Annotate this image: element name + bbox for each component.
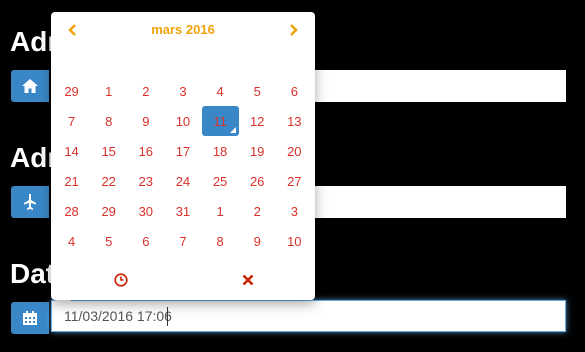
calendar-day[interactable]: 5 — [90, 226, 127, 256]
calendar-day[interactable]: 2 — [239, 196, 276, 226]
text-caret — [167, 307, 168, 326]
calendar-day[interactable]: 8 — [202, 226, 239, 256]
calendar-day[interactable]: 6 — [127, 226, 164, 256]
calendar-day[interactable]: 18 — [202, 136, 239, 166]
airplane-icon — [24, 194, 36, 210]
calendar-day[interactable]: 16 — [127, 136, 164, 166]
home-addon — [11, 70, 49, 102]
calendar-day[interactable]: 13 — [276, 106, 313, 136]
calendar-day[interactable]: 9 — [239, 226, 276, 256]
calendar-week-row: 21 22 23 24 25 26 27 — [53, 166, 313, 196]
calendar-week-row: 29 1 2 3 4 5 6 — [53, 76, 313, 106]
calendar-week-row: 4 5 6 7 8 9 10 — [53, 226, 313, 256]
calendar-day[interactable]: 8 — [90, 106, 127, 136]
calendar-day[interactable]: 22 — [90, 166, 127, 196]
calendar-day[interactable]: 21 — [53, 166, 90, 196]
calendar-day[interactable]: 10 — [164, 106, 201, 136]
calendar-day[interactable]: 23 — [127, 166, 164, 196]
calendar-icon — [23, 311, 37, 325]
calendar-week-row: 14 15 16 17 18 19 20 — [53, 136, 313, 166]
calendar-day[interactable]: 19 — [239, 136, 276, 166]
time-picker-button[interactable] — [106, 268, 136, 292]
calendar-day[interactable]: 12 — [239, 106, 276, 136]
calendar-day[interactable]: 31 — [164, 196, 201, 226]
calendar-day[interactable]: 7 — [164, 226, 201, 256]
calendar-day[interactable]: 25 — [202, 166, 239, 196]
calendar-day[interactable]: 29 — [53, 76, 90, 106]
calendar-day[interactable]: 4 — [202, 76, 239, 106]
calendar-day[interactable]: 10 — [276, 226, 313, 256]
calendar-day[interactable]: 24 — [164, 166, 201, 196]
calendar-week-row: 28 29 30 31 1 2 3 — [53, 196, 313, 226]
calendar-day[interactable]: 20 — [276, 136, 313, 166]
picker-pointer — [55, 300, 71, 308]
calendar-day[interactable]: 3 — [276, 196, 313, 226]
date-input[interactable] — [52, 301, 565, 331]
calendar-day[interactable]: 29 — [90, 196, 127, 226]
datetime-picker: mars 2016 29 1 2 3 4 5 6 7 8 9 10 11 12 13 14 15 16 17 18 1… — [51, 12, 315, 300]
chevron-left-icon — [68, 24, 76, 36]
calendar-day[interactable]: 30 — [127, 196, 164, 226]
calendar-week-row: 7 8 9 10 11 12 13 — [53, 106, 313, 136]
calendar-day[interactable]: 7 — [53, 106, 90, 136]
home-icon — [22, 79, 38, 93]
chevron-right-icon — [290, 24, 298, 36]
month-title[interactable]: mars 2016 — [111, 18, 255, 42]
calendar-day[interactable]: 6 — [276, 76, 313, 106]
calendar-day[interactable]: 9 — [127, 106, 164, 136]
next-month-button[interactable] — [279, 18, 309, 42]
calendar-day[interactable]: 2 — [127, 76, 164, 106]
calendar-day[interactable]: 27 — [276, 166, 313, 196]
calendar-day[interactable]: 28 — [53, 196, 90, 226]
clock-icon — [114, 273, 128, 287]
clear-button[interactable] — [233, 268, 263, 292]
calendar-day-selected[interactable]: 11 — [201, 106, 239, 136]
calendar-day[interactable]: 5 — [239, 76, 276, 106]
plane-addon — [11, 186, 49, 218]
close-icon — [242, 274, 254, 286]
prev-month-button[interactable] — [57, 18, 87, 42]
calendar-day[interactable]: 4 — [53, 226, 90, 256]
calendar-day[interactable]: 26 — [239, 166, 276, 196]
calendar-day[interactable]: 1 — [202, 196, 239, 226]
calendar-day[interactable]: 15 — [90, 136, 127, 166]
calendar-day[interactable]: 3 — [164, 76, 201, 106]
date-field[interactable] — [51, 300, 566, 332]
calendar-day[interactable]: 17 — [164, 136, 201, 166]
calendar-grid: 29 1 2 3 4 5 6 7 8 9 10 11 12 13 14 15 16 17 18 19 20 21 22 23 2… — [53, 76, 313, 256]
calendar-addon[interactable] — [11, 302, 49, 334]
calendar-day[interactable]: 1 — [90, 76, 127, 106]
calendar-day[interactable]: 14 — [53, 136, 90, 166]
